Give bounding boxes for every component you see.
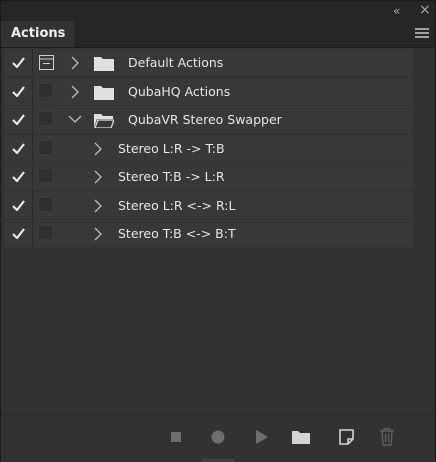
toggle-item-checkbox[interactable] (5, 220, 33, 247)
folder-icon (94, 85, 114, 100)
chevron-right-icon[interactable] (94, 170, 102, 184)
action-label: Stereo T:B <-> B:T (118, 226, 236, 241)
action-row[interactable]: Stereo L:R <-> R:L (5, 191, 413, 219)
new-action-icon[interactable] (339, 429, 354, 445)
action-set-label: QubaVR Stereo Swapper (128, 112, 282, 127)
checkmark-icon (12, 142, 25, 154)
trash-icon[interactable] (379, 428, 395, 446)
toggle-item-checkbox[interactable] (5, 134, 33, 162)
stop-icon[interactable] (171, 432, 181, 442)
checkmark-icon (12, 228, 25, 239)
action-set-label: Default Actions (128, 55, 224, 70)
record-icon[interactable] (211, 430, 225, 444)
collapse-panel-button[interactable]: « (393, 4, 400, 18)
action-set-label: QubaHQ Actions (128, 83, 231, 99)
checkmark-icon (12, 57, 25, 68)
action-label: Stereo T:B -> L:R (118, 169, 225, 184)
action-label: Stereo L:R <-> R:L (118, 197, 236, 213)
toggle-dialog-button[interactable] (36, 138, 57, 159)
toggle-dialog-button[interactable] (36, 109, 57, 130)
new-set-icon[interactable] (292, 430, 310, 444)
chevron-right-icon[interactable] (94, 199, 102, 213)
checkmark-icon (12, 199, 25, 211)
panel-tab-row: Actions (1, 21, 435, 48)
chevron-down-icon[interactable] (68, 115, 82, 123)
toggle-item-checkbox[interactable] (5, 106, 33, 133)
chevron-right-icon[interactable] (94, 227, 102, 241)
chevron-right-icon[interactable] (94, 142, 102, 156)
dialog-icon (39, 55, 54, 70)
checkmark-icon (12, 171, 25, 182)
play-icon[interactable] (255, 429, 269, 445)
toggle-dialog-button[interactable] (36, 81, 57, 102)
toggle-item-checkbox[interactable] (5, 163, 33, 190)
close-panel-button[interactable]: × (419, 3, 431, 17)
action-label: Stereo L:R -> T:B (118, 140, 225, 156)
toggle-item-checkbox[interactable] (5, 191, 33, 219)
toggle-item-checkbox[interactable] (5, 49, 33, 76)
actions-toolbar (1, 415, 435, 462)
action-row[interactable]: Stereo L:R -> T:B (5, 134, 413, 162)
toggle-dialog-button[interactable] (36, 52, 57, 73)
toggle-dialog-button[interactable] (36, 195, 57, 216)
action-row[interactable]: Stereo T:B -> L:R (5, 163, 413, 190)
action-set-row[interactable]: QubaHQ Actions (5, 77, 413, 105)
checkmark-icon (12, 85, 25, 97)
folder-icon (94, 57, 114, 71)
toggle-item-checkbox[interactable] (5, 77, 33, 105)
folder-open-icon (94, 114, 114, 128)
actions-list: Default Actions QubaHQ Actions QubaVR St… (5, 49, 413, 249)
action-row[interactable]: Stereo T:B <-> B:T (5, 220, 413, 247)
action-set-row[interactable]: Default Actions (5, 49, 413, 76)
tab-actions[interactable]: Actions (1, 21, 76, 47)
panel-menu-icon[interactable] (415, 28, 429, 40)
checkmark-icon (12, 114, 25, 125)
actions-panel: « × Actions Default Actions QubaHQ Actio… (0, 0, 436, 462)
toggle-dialog-button[interactable] (36, 166, 57, 187)
chevron-right-icon[interactable] (71, 85, 79, 99)
chevron-right-icon[interactable] (71, 56, 79, 70)
toggle-dialog-button[interactable] (36, 223, 57, 244)
action-set-row[interactable]: QubaVR Stereo Swapper (5, 106, 413, 133)
panel-title-bar: « × (1, 1, 435, 21)
